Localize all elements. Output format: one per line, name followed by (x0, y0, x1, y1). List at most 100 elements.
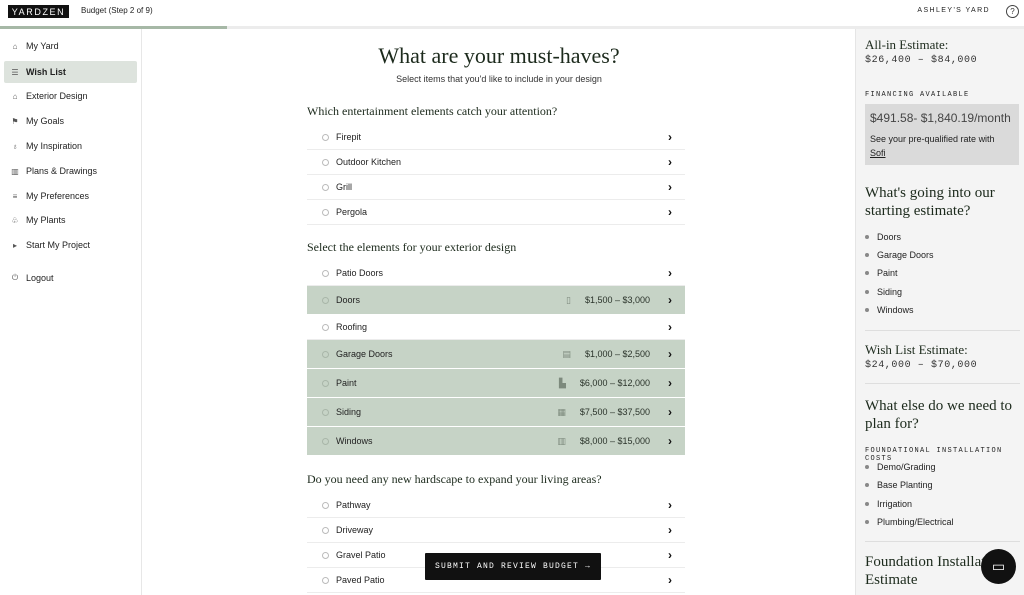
siding-icon: ▦ (557, 406, 566, 417)
select-radio[interactable] (322, 437, 329, 445)
sidebar-item-my-preferences[interactable]: ≡ My Preferences (4, 185, 137, 207)
sofi-link[interactable]: Sofi (870, 148, 886, 158)
play-icon: ▸ (12, 240, 17, 250)
door-icon: ▯ (565, 294, 571, 305)
sidebar-item-label: My Yard (26, 41, 59, 51)
price-range: $6,000 – $12,000 (579, 378, 650, 388)
sidebar-item-label: My Preferences (26, 191, 90, 201)
sliders-icon: ≡ (12, 191, 18, 201)
chevron-right-icon[interactable]: › (663, 548, 677, 562)
list-item-selected[interactable]: Doors ▯ $1,500 – $3,000 › (307, 286, 685, 315)
select-radio[interactable] (322, 379, 329, 387)
bullet-icon (865, 308, 869, 312)
plan-for-title: What else do we need to plan for? (865, 398, 1013, 432)
wish-list-estimate-title: Wish List Estimate: (865, 342, 968, 357)
list-icon: ☰ (11, 67, 19, 77)
sidebar-item-plans-drawings[interactable]: ▥ Plans & Drawings (4, 160, 137, 182)
yard-name[interactable]: ASHLEY'S YARD (917, 7, 990, 14)
bullet-icon (865, 253, 869, 257)
item-label: Patio Doors (336, 268, 384, 278)
paint-icon: ▙ (559, 377, 566, 388)
select-radio[interactable] (322, 323, 329, 331)
sidebar-item-my-yard[interactable]: ⌂ My Yard (4, 35, 137, 57)
main-content: What are your must-haves? Select items t… (143, 29, 855, 595)
chevron-right-icon[interactable]: › (663, 293, 677, 307)
estimate-panel: All-in Estimate: $26,400 – $84,000 FINAN… (855, 29, 1024, 595)
list-item: Irrigation (865, 499, 912, 509)
chevron-right-icon[interactable]: › (663, 266, 677, 280)
list-item[interactable]: Patio Doors › (307, 261, 685, 286)
submit-review-budget-button[interactable]: SUBMIT AND REVIEW BUDGET → (425, 553, 601, 580)
chevron-right-icon[interactable]: › (663, 205, 677, 219)
chevron-right-icon[interactable]: › (663, 523, 677, 537)
list-item: Plumbing/Electrical (865, 517, 954, 527)
list-item-selected[interactable]: Windows ▥ $8,000 – $15,000 › (307, 427, 685, 456)
list-item-selected[interactable]: Paint ▙ $6,000 – $12,000 › (307, 369, 685, 398)
chevron-right-icon[interactable]: › (663, 180, 677, 194)
section-title-exterior: Select the elements for your exterior de… (307, 240, 517, 254)
select-radio[interactable] (322, 526, 329, 534)
select-radio[interactable] (322, 551, 329, 559)
list-item[interactable]: Pergola › (307, 200, 685, 225)
select-radio[interactable] (322, 408, 329, 416)
sidebar-item-exterior-design[interactable]: ⌂ Exterior Design (4, 85, 137, 107)
sidebar-item-label: My Plants (26, 215, 66, 225)
yardzen-logo[interactable]: YARDZEN (8, 5, 69, 18)
item-label: Siding (336, 407, 362, 417)
item-label: Paint (336, 378, 357, 388)
step-indicator: Budget (Step 2 of 9) (81, 6, 153, 15)
item-label: Grill (336, 182, 352, 192)
sidebar-item-label: Start My Project (26, 240, 91, 250)
sidebar-item-label: Plans & Drawings (26, 166, 98, 176)
list-item[interactable]: Firepit › (307, 125, 685, 150)
page-title: What are your must-haves? (378, 43, 620, 68)
select-radio[interactable] (322, 501, 329, 509)
sidebar-item-my-plants[interactable]: ♧ My Plants (4, 209, 137, 231)
list-item[interactable]: Grill › (307, 175, 685, 200)
chevron-right-icon[interactable]: › (663, 376, 677, 390)
select-radio[interactable] (322, 269, 329, 277)
select-radio[interactable] (322, 133, 329, 141)
price-range: $1,500 – $3,000 (584, 295, 650, 305)
list-item-selected[interactable]: Siding ▦ $7,500 – $37,500 › (307, 398, 685, 427)
list-item: Garage Doors (865, 250, 934, 260)
chevron-right-icon[interactable]: › (663, 155, 677, 169)
chevron-right-icon[interactable]: › (663, 320, 677, 334)
list-item-selected[interactable]: Garage Doors ▤ $1,000 – $2,500 › (307, 340, 685, 369)
select-radio[interactable] (322, 158, 329, 166)
sidebar-item-label: My Goals (26, 116, 65, 126)
price-range: $8,000 – $15,000 (579, 436, 650, 446)
all-in-estimate-title: All-in Estimate: (865, 37, 949, 52)
list-item: Siding (865, 287, 902, 297)
sidebar-item-logout[interactable]: ⏻ Logout (4, 267, 137, 289)
select-radio[interactable] (322, 350, 329, 358)
sidebar-item-label: Logout (26, 273, 54, 283)
chevron-right-icon[interactable]: › (663, 130, 677, 144)
select-radio[interactable] (322, 296, 329, 304)
list-item: Demo/Grading (865, 462, 936, 472)
list-item[interactable]: Driveway › (307, 518, 685, 543)
flag-icon: ⚑ (11, 116, 19, 126)
select-radio[interactable] (322, 576, 329, 584)
chat-icon[interactable]: ▭ (981, 549, 1016, 584)
item-label: Roofing (336, 322, 368, 332)
chevron-right-icon[interactable]: › (663, 347, 677, 361)
sidebar-item-my-inspiration[interactable]: ♁ My Inspiration (4, 135, 137, 157)
list-item[interactable]: Roofing › (307, 315, 685, 340)
list-item: Doors (865, 232, 901, 242)
question-circle-icon[interactable]: ? (1006, 5, 1019, 18)
chevron-right-icon[interactable]: › (663, 498, 677, 512)
bullet-icon (865, 290, 869, 294)
chevron-right-icon[interactable]: › (663, 434, 677, 448)
list-item[interactable]: Pathway › (307, 493, 685, 518)
chevron-right-icon[interactable]: › (663, 573, 677, 587)
sidebar-item-start-my-project[interactable]: ▸ Start My Project (4, 234, 137, 256)
list-item[interactable]: Outdoor Kitchen › (307, 150, 685, 175)
price-range: $7,500 – $37,500 (579, 407, 650, 417)
sidebar-item-wish-list[interactable]: ☰ Wish List (4, 61, 137, 83)
chevron-right-icon[interactable]: › (663, 405, 677, 419)
sidebar-item-label: My Inspiration (26, 141, 83, 151)
select-radio[interactable] (322, 183, 329, 191)
sidebar-item-my-goals[interactable]: ⚑ My Goals (4, 110, 137, 132)
select-radio[interactable] (322, 208, 329, 216)
